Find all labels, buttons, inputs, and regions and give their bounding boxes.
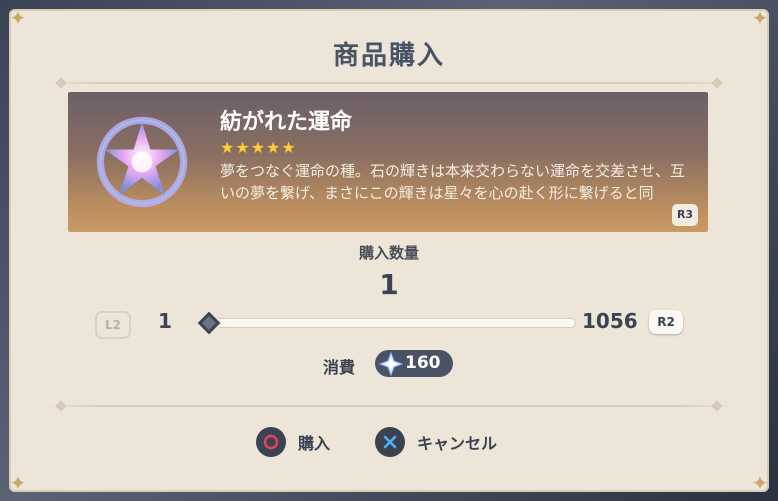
quantity-min: 1 bbox=[158, 309, 172, 333]
cost-label: 消費 bbox=[323, 358, 356, 377]
buy-label: 購入 bbox=[298, 434, 331, 453]
cancel-button[interactable]: キャンセル bbox=[375, 427, 497, 457]
item-description: 夢をつなぐ運命の種。石の輝きは本来交わらない運命を交差させ、互いの夢を繋げ、まさ… bbox=[220, 162, 686, 202]
scroll-description-button[interactable]: R3 bbox=[672, 204, 698, 226]
corner-ornament-icon: ✦ bbox=[751, 471, 769, 495]
quantity-label: 購入数量 bbox=[358, 244, 419, 262]
dialog-title: 商品購入 bbox=[332, 41, 445, 71]
quantity-max: 1056 bbox=[582, 309, 638, 333]
title-divider bbox=[47, 77, 731, 89]
item-card: 紡がれた運命 ★★★★★ 夢をつなぐ運命の種。石の輝きは本来交わらない運命を交差… bbox=[68, 92, 708, 232]
cost-amount: 160 bbox=[405, 353, 441, 373]
increase-quantity-button[interactable]: R2 bbox=[649, 310, 683, 334]
starglitter-icon bbox=[379, 352, 403, 376]
decrease-quantity-button[interactable]: L2 bbox=[95, 311, 131, 339]
circle-button-icon bbox=[256, 427, 286, 457]
cancel-label: キャンセル bbox=[417, 434, 498, 453]
quantity-slider-thumb[interactable] bbox=[195, 309, 223, 337]
cost-badge: 160 bbox=[375, 350, 453, 377]
corner-ornament-icon: ✦ bbox=[751, 6, 769, 30]
footer-divider bbox=[47, 400, 731, 412]
quantity-slider-track[interactable] bbox=[206, 318, 576, 328]
quantity-value: 1 bbox=[379, 268, 399, 301]
item-name: 紡がれた運命 bbox=[220, 110, 353, 135]
rarity-stars: ★★★★★ bbox=[220, 138, 297, 157]
purchase-dialog: ✦ ✦ ✦ ✦ 商品購入 紡がれた運命 ★★★★★ 夢をつなぐ運命の種。石の輝き… bbox=[9, 6, 769, 495]
corner-ornament-icon: ✦ bbox=[9, 6, 27, 30]
cross-button-icon bbox=[375, 427, 405, 457]
corner-ornament-icon: ✦ bbox=[9, 471, 27, 495]
intertwined-fate-icon bbox=[96, 116, 188, 208]
buy-button[interactable]: 購入 bbox=[256, 427, 330, 457]
